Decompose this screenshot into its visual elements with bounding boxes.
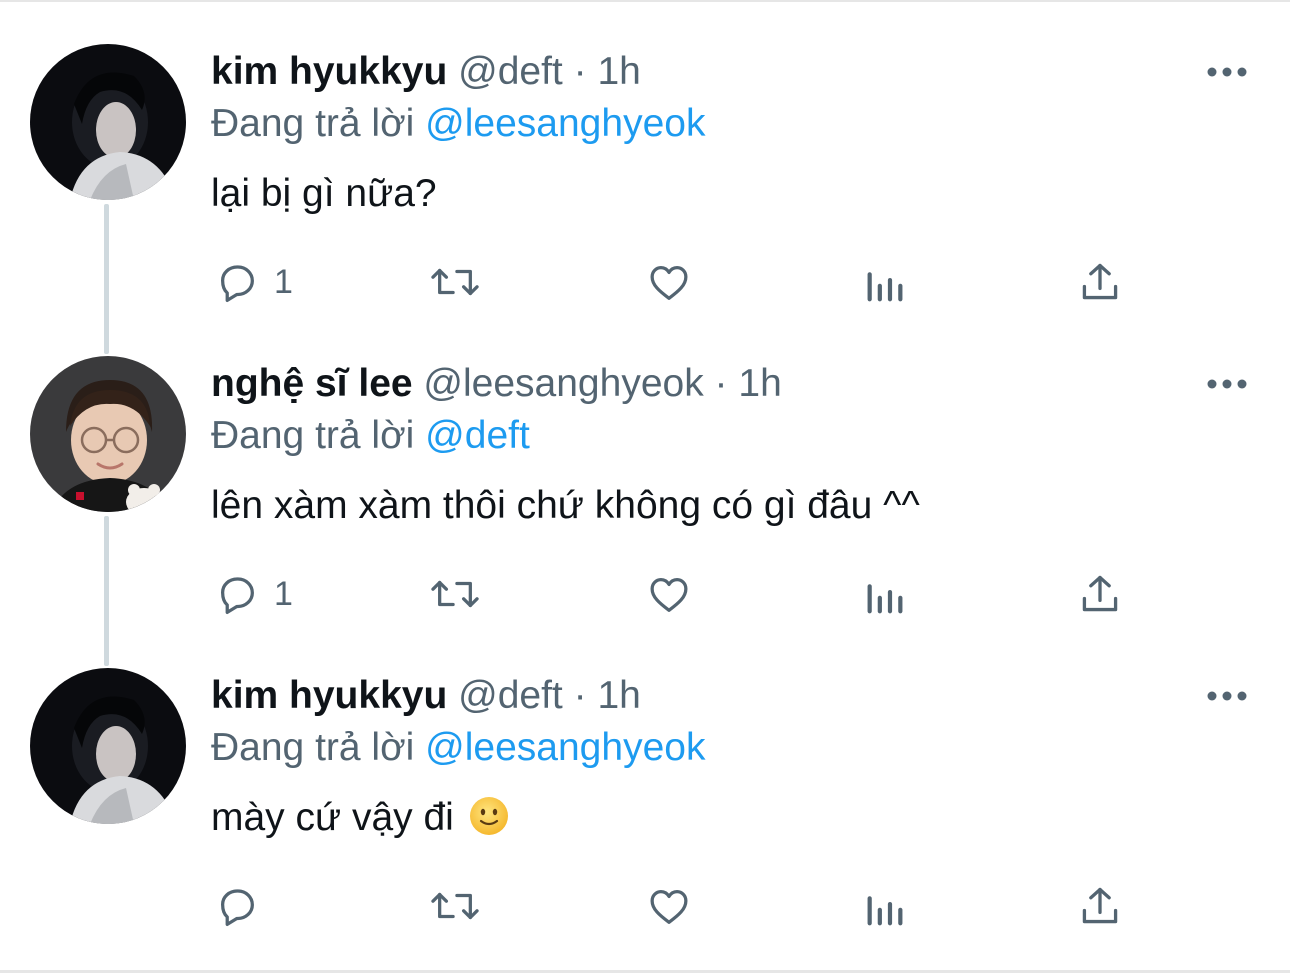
replying-to-line: Đang trả lời @leesanghyeok bbox=[211, 724, 705, 772]
display-name[interactable]: nghệ sĩ lee bbox=[211, 362, 413, 405]
bar-chart-icon bbox=[867, 896, 903, 926]
bottom-divider bbox=[0, 970, 1290, 973]
tweet[interactable]: nghệ sĩ lee @leesanghyeok · 1h Đang trả … bbox=[0, 312, 1290, 624]
like-button[interactable] bbox=[645, 252, 693, 312]
reply-button[interactable]: 1 bbox=[214, 252, 293, 312]
bar-chart-icon bbox=[867, 272, 903, 302]
reply-bubble-icon bbox=[220, 265, 254, 303]
tweet-actions: 1 bbox=[0, 252, 1290, 312]
retweet-icon bbox=[431, 268, 479, 296]
user-handle[interactable]: @deft bbox=[458, 674, 563, 717]
user-handle[interactable]: @deft bbox=[458, 50, 563, 93]
retweet-button[interactable] bbox=[428, 564, 482, 624]
views-button[interactable] bbox=[864, 252, 906, 312]
heart-icon bbox=[650, 889, 688, 924]
tweet-header: nghệ sĩ lee @leesanghyeok · 1h bbox=[211, 360, 782, 408]
replying-to-label: Đang trả lời bbox=[211, 726, 415, 769]
replying-to-mention[interactable]: @deft bbox=[425, 414, 530, 457]
more-options-button[interactable] bbox=[1200, 54, 1254, 90]
user-avatar[interactable] bbox=[30, 44, 186, 200]
display-name[interactable]: kim hyukkyu bbox=[211, 674, 447, 717]
replying-to-line: Đang trả lời @leesanghyeok bbox=[211, 100, 705, 148]
replying-to-label: Đang trả lời bbox=[211, 414, 415, 457]
share-upload-icon bbox=[1082, 887, 1118, 924]
timestamp[interactable]: 1h bbox=[738, 362, 781, 405]
tweet-header: kim hyukkyu @deft · 1h bbox=[211, 672, 641, 720]
user-handle[interactable]: @leesanghyeok bbox=[423, 362, 703, 405]
tweet-actions bbox=[0, 876, 1290, 936]
share-upload-icon bbox=[1082, 263, 1118, 300]
more-options-button[interactable] bbox=[1200, 678, 1254, 714]
tweet[interactable]: kim hyukkyu @deft · 1h Đang trả lời @lee… bbox=[0, 624, 1290, 936]
bar-chart-icon bbox=[867, 584, 903, 614]
tweet-text: lại bị gì nữa? bbox=[211, 172, 437, 215]
views-button[interactable] bbox=[864, 876, 906, 936]
separator-dot: · bbox=[573, 50, 587, 93]
user-avatar[interactable] bbox=[30, 356, 186, 512]
user-avatar[interactable] bbox=[30, 668, 186, 824]
reply-count: 1 bbox=[274, 575, 293, 613]
replying-to-line: Đang trả lời @deft bbox=[211, 412, 530, 460]
reply-bubble-icon bbox=[220, 889, 254, 927]
display-name[interactable]: kim hyukkyu bbox=[211, 50, 447, 93]
replying-to-label: Đang trả lời bbox=[211, 102, 415, 145]
tweet[interactable]: kim hyukkyu @deft · 1h Đang trả lời @lee… bbox=[0, 0, 1290, 312]
reply-count: 1 bbox=[274, 263, 293, 301]
tweet-text: lên xàm xàm thôi chứ không có gì đâu ^^ bbox=[211, 484, 920, 527]
retweet-button[interactable] bbox=[428, 252, 482, 312]
share-button[interactable] bbox=[1078, 876, 1122, 936]
reply-button[interactable] bbox=[214, 876, 274, 936]
views-button[interactable] bbox=[864, 564, 906, 624]
share-upload-icon bbox=[1082, 575, 1118, 612]
retweet-icon bbox=[431, 892, 479, 920]
timestamp[interactable]: 1h bbox=[597, 50, 640, 93]
tweet-header: kim hyukkyu @deft · 1h bbox=[211, 48, 641, 96]
heart-icon bbox=[650, 577, 688, 612]
reply-button[interactable]: 1 bbox=[214, 564, 293, 624]
heart-icon bbox=[650, 265, 688, 300]
tweet-text: mày cứ vậy đi bbox=[211, 796, 454, 839]
share-button[interactable] bbox=[1078, 564, 1122, 624]
like-button[interactable] bbox=[645, 876, 693, 936]
retweet-icon bbox=[431, 580, 479, 608]
separator-dot: · bbox=[573, 674, 587, 717]
retweet-button[interactable] bbox=[428, 876, 482, 936]
replying-to-mention[interactable]: @leesanghyeok bbox=[425, 726, 705, 769]
like-button[interactable] bbox=[645, 564, 693, 624]
more-dots-icon bbox=[1207, 379, 1247, 389]
separator-dot: · bbox=[714, 362, 728, 405]
replying-to-mention[interactable]: @leesanghyeok bbox=[425, 102, 705, 145]
more-dots-icon bbox=[1207, 67, 1247, 77]
timestamp[interactable]: 1h bbox=[597, 674, 640, 717]
tweet-actions: 1 bbox=[0, 564, 1290, 624]
more-dots-icon bbox=[1207, 691, 1247, 701]
reply-bubble-icon bbox=[220, 577, 254, 615]
share-button[interactable] bbox=[1078, 252, 1122, 312]
slightly-smiling-face-emoji bbox=[469, 797, 508, 835]
tweet-text-container: mày cứ vậy đi bbox=[211, 792, 509, 844]
more-options-button[interactable] bbox=[1200, 366, 1254, 402]
